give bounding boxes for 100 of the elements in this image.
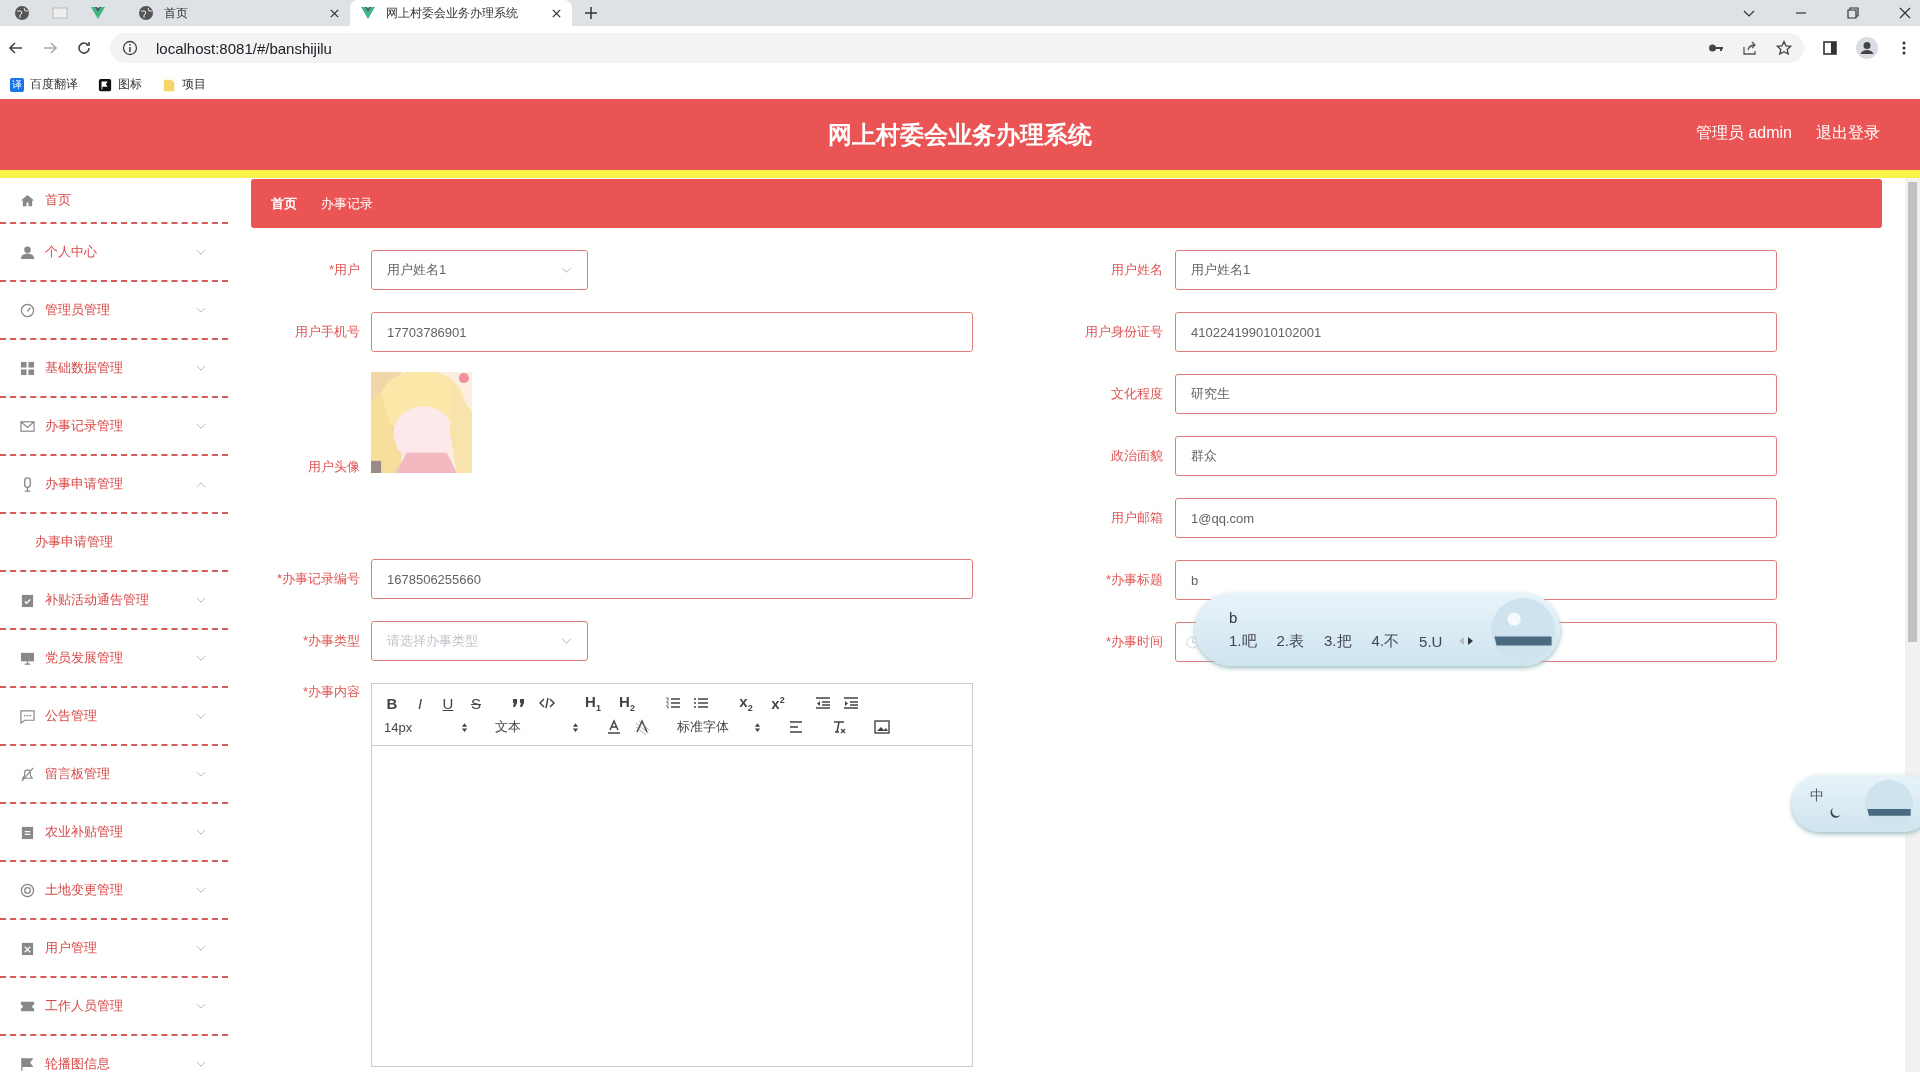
logout-link[interactable]: 退出登录 xyxy=(1816,123,1880,144)
ring-icon xyxy=(20,882,35,898)
heading-button[interactable]: H$_{2}$ xyxy=(616,693,638,713)
composition-text: b xyxy=(1229,608,1239,626)
heading-button[interactable]: H$_{1}$ xyxy=(582,693,604,713)
breadcrumb-item[interactable]: 首页 xyxy=(271,194,297,213)
address-bar[interactable]: localhost:8081/#/banshijilu xyxy=(110,33,1804,63)
scrollbar[interactable] xyxy=(1905,178,1920,1072)
flag-icon xyxy=(98,77,112,92)
input-field[interactable]: 17703786901 xyxy=(371,312,973,352)
text-color-icon[interactable] xyxy=(606,719,622,735)
ime-status-bar[interactable]: 中 xyxy=(1792,775,1920,832)
mail-icon xyxy=(20,418,35,434)
candidate[interactable]: 3.把 xyxy=(1324,631,1352,651)
sidebar-item[interactable]: 工作人员管理 xyxy=(0,978,228,1036)
share-icon[interactable] xyxy=(1742,40,1758,56)
chevron-down-icon xyxy=(561,637,572,645)
sidebar-item[interactable]: 留言板管理 xyxy=(0,746,228,804)
input-mode-label[interactable]: 中 xyxy=(1810,787,1824,805)
sidebar-subitem[interactable]: 办事申请管理 xyxy=(0,514,228,572)
subscript-button[interactable]: x$_{2}$ xyxy=(736,693,756,713)
sidebar-item[interactable]: 补贴活动通告管理 xyxy=(0,572,228,630)
sidebar-item[interactable]: 管理员管理 xyxy=(0,282,228,340)
sidebar-item[interactable]: 用户管理 xyxy=(0,920,228,978)
bold-button[interactable]: B xyxy=(384,694,400,712)
numbered-list-icon[interactable] xyxy=(665,695,681,711)
sidebar-item[interactable]: 办事记录管理 xyxy=(0,398,228,456)
globe-icon xyxy=(138,5,154,21)
field-label: *办事标题 xyxy=(1104,571,1163,589)
format-dropdown[interactable]: 文本 xyxy=(495,718,579,736)
close-icon[interactable] xyxy=(329,7,340,19)
field-label: 用户身份证号 xyxy=(1084,323,1163,341)
underline-button[interactable]: U xyxy=(440,694,456,712)
sidebar-item[interactable]: 办事申请管理 xyxy=(0,456,228,514)
tab-title: 网上村委会业务办理系统 xyxy=(386,4,519,22)
sidebar-item[interactable]: 个人中心 xyxy=(0,224,228,282)
input-field[interactable]: 用户姓名1 xyxy=(1175,250,1777,290)
info-icon[interactable] xyxy=(122,40,138,56)
input-field[interactable]: 1678506255660 xyxy=(371,559,973,599)
v-logo-icon xyxy=(360,5,376,21)
rich-text-editor[interactable]: B I U S H$_{1}$ H$_{2}$ x$_{2}$ x$^{2}$ 14px 文本 标准字体 xyxy=(371,683,973,1067)
clear-format-icon[interactable] xyxy=(831,719,847,735)
bookmark[interactable]: 图标 xyxy=(98,76,142,93)
v-logo-icon[interactable] xyxy=(90,5,106,21)
italic-button[interactable]: I xyxy=(412,694,428,712)
input-field[interactable]: 1@qq.com xyxy=(1175,498,1777,538)
field-label: 用户邮箱 xyxy=(1110,509,1163,527)
up-down-arrows-icon[interactable] xyxy=(754,721,761,733)
candidate[interactable]: 2.表 xyxy=(1276,631,1305,651)
sidebar-item[interactable]: 农业补贴管理 xyxy=(0,804,228,862)
format-dropdown[interactable]: 14px xyxy=(384,719,468,735)
up-down-arrows-icon[interactable] xyxy=(461,721,468,733)
star-icon[interactable] xyxy=(1776,40,1792,56)
indent-icon[interactable] xyxy=(843,695,859,711)
strike-button[interactable]: S xyxy=(468,694,484,712)
sidebar-item[interactable]: 首页 xyxy=(0,178,228,224)
new-tab-icon[interactable] xyxy=(584,6,598,20)
side-panel-icon[interactable] xyxy=(1822,40,1838,56)
flag-icon xyxy=(20,1056,35,1072)
input-field[interactable]: 群众 xyxy=(1175,436,1777,476)
page-arrows-icon[interactable] xyxy=(1458,636,1475,646)
candidate[interactable]: 5.U xyxy=(1419,632,1443,650)
up-down-arrows-icon[interactable] xyxy=(572,721,579,733)
input-field[interactable]: 研究生 xyxy=(1175,374,1777,414)
monitor-icon xyxy=(20,650,35,666)
close-icon[interactable] xyxy=(1898,6,1912,20)
chat-icon xyxy=(20,708,35,724)
person-icon xyxy=(20,244,35,260)
sidebar-item[interactable]: 党员发展管理 xyxy=(0,630,228,688)
grid-icon xyxy=(20,360,35,376)
globe-icon[interactable] xyxy=(14,5,30,21)
outdent-icon[interactable] xyxy=(815,695,831,711)
select-field[interactable]: 用户姓名1 xyxy=(371,250,588,290)
input-field[interactable]: 410224199010102001 xyxy=(1175,312,1777,352)
candidate[interactable]: 1.吧 xyxy=(1229,631,1257,651)
profile-icon[interactable] xyxy=(1856,37,1878,59)
sidebar-item[interactable]: 土地变更管理 xyxy=(0,862,228,920)
bullet-list-icon[interactable] xyxy=(693,695,709,711)
bookmark[interactable]: 项目 xyxy=(162,76,206,93)
candidate[interactable]: 4.不 xyxy=(1371,631,1400,651)
browser-tab[interactable]: 网上村委会业务办理系统 xyxy=(350,0,572,26)
back-icon[interactable] xyxy=(8,40,24,56)
reload-icon[interactable] xyxy=(76,40,92,56)
clock-icon xyxy=(1186,635,1199,649)
code-icon[interactable] xyxy=(539,695,555,711)
field-label: 用户手机号 xyxy=(294,323,360,341)
scrollbar-thumb[interactable] xyxy=(1908,182,1917,642)
browser-tab[interactable]: 首页 xyxy=(128,0,350,26)
app-title: 网上村委会业务办理系统 xyxy=(828,119,1092,150)
superscript-button[interactable]: x$^{2}$ xyxy=(768,694,788,712)
restore-icon[interactable] xyxy=(1846,6,1860,20)
sidebar-item[interactable]: 基础数据管理 xyxy=(0,340,228,398)
image-icon[interactable] xyxy=(874,719,890,735)
highlight-icon[interactable] xyxy=(634,719,650,735)
format-dropdown[interactable]: 标准字体 xyxy=(677,718,761,736)
align-icon[interactable] xyxy=(788,719,804,735)
sidebar-item[interactable]: 轮播图信息 xyxy=(0,1036,228,1072)
close-icon[interactable] xyxy=(551,7,562,19)
bookmark[interactable]: 译 百度翻译 xyxy=(10,76,78,93)
sidebar-item[interactable]: 公告管理 xyxy=(0,688,228,746)
